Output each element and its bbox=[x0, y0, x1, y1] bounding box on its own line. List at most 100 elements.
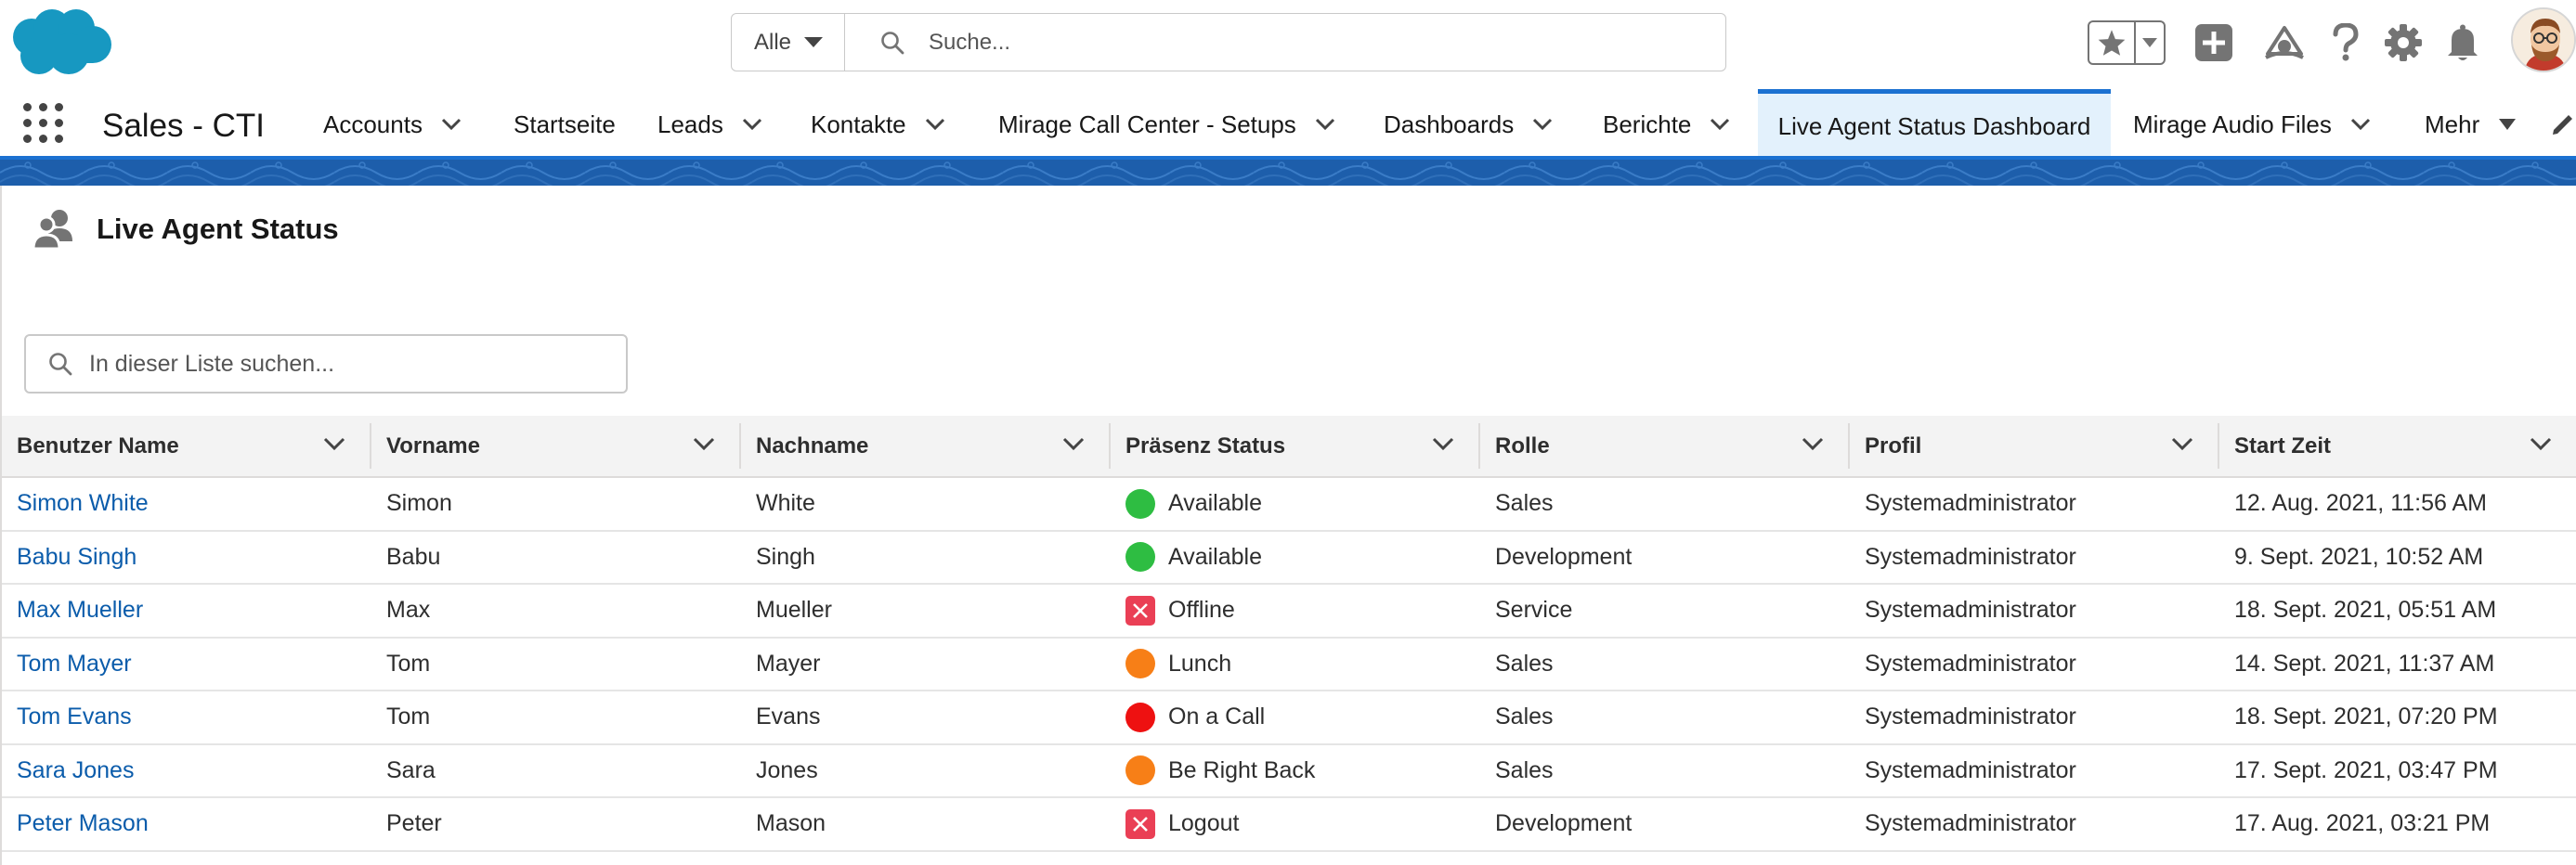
cell-text: Evans bbox=[756, 704, 821, 730]
chevron-down-icon[interactable] bbox=[1802, 436, 1824, 451]
column-praesenz-status-header[interactable]: Präsenz Status bbox=[1111, 416, 1480, 478]
column-benutzer-name-header[interactable]: Benutzer Name bbox=[2, 416, 371, 478]
tab-mehr[interactable]: Mehr bbox=[2425, 89, 2517, 160]
chevron-down-icon[interactable] bbox=[925, 118, 945, 131]
search-field[interactable] bbox=[845, 14, 1725, 71]
tab-label: Mirage Call Center - Setups bbox=[998, 110, 1296, 138]
user-name-link[interactable]: Sara Jones bbox=[17, 757, 134, 783]
table-cell-role: Sales bbox=[1480, 637, 1850, 691]
column-header-label: Nachname bbox=[756, 432, 869, 458]
cell-text: 12. Aug. 2021, 11:56 AM bbox=[2234, 490, 2487, 517]
table-cell-last: White bbox=[741, 477, 1111, 532]
page-title: Live Agent Status bbox=[97, 213, 339, 245]
trailhead-button[interactable] bbox=[2264, 22, 2305, 63]
cell-text: Service bbox=[1495, 597, 1573, 624]
table-cell-first: Tom bbox=[371, 691, 741, 745]
table-cell-start: 17. Aug. 2021, 03:21 PM bbox=[2219, 797, 2576, 852]
chevron-down-icon[interactable] bbox=[2530, 436, 2552, 451]
global-search-input[interactable] bbox=[929, 29, 1672, 56]
list-search-field[interactable] bbox=[24, 334, 628, 394]
table-cell-start: 17. Sept. 2021, 03:47 PM bbox=[2219, 743, 2576, 798]
help-button[interactable] bbox=[2325, 22, 2366, 63]
table-cell-first: Tom bbox=[371, 637, 741, 691]
cell-text: Development bbox=[1495, 810, 1633, 837]
column-header-label: Vorname bbox=[386, 432, 480, 458]
chevron-down-icon[interactable] bbox=[2171, 436, 2193, 451]
cell-text: Tom bbox=[386, 704, 431, 730]
chevron-down-icon[interactable] bbox=[441, 118, 462, 131]
band-pattern-icon bbox=[0, 160, 2576, 186]
column-start-zeit-header[interactable]: Start Zeit bbox=[2219, 416, 2576, 478]
list-search-input[interactable] bbox=[89, 350, 609, 378]
tab-kontakte[interactable]: Kontakte bbox=[811, 89, 945, 160]
tab-mirage-call-center-setups[interactable]: Mirage Call Center - Setups bbox=[998, 89, 1335, 160]
user-name-link[interactable]: Tom Evans bbox=[17, 704, 132, 729]
table-cell-profile: Systemadministrator bbox=[1850, 584, 2219, 639]
user-name-link[interactable]: Tom Mayer bbox=[17, 651, 132, 677]
cell-text: Systemadministrator bbox=[1865, 756, 2076, 783]
notifications-button[interactable] bbox=[2442, 22, 2483, 63]
tab-live-agent-status-dashboard[interactable]: Live Agent Status Dashboard bbox=[1758, 89, 2111, 160]
tab-leads[interactable]: Leads bbox=[657, 89, 762, 160]
cell-text: Sales bbox=[1495, 704, 1554, 730]
column-header-label: Präsenz Status bbox=[1125, 432, 1286, 458]
user-name-link[interactable]: Babu Singh bbox=[17, 544, 137, 570]
cell-text: Sales bbox=[1495, 490, 1554, 517]
column-nachname-header[interactable]: Nachname bbox=[741, 416, 1111, 478]
tab-mirage-audio-files[interactable]: Mirage Audio Files bbox=[2133, 89, 2371, 160]
tab-label: Startseite bbox=[514, 110, 616, 138]
user-name-link[interactable]: Peter Mason bbox=[17, 810, 149, 836]
table-cell-status: Offline bbox=[1111, 584, 1480, 639]
setup-button[interactable] bbox=[2383, 22, 2424, 63]
presence-status: Available bbox=[1125, 542, 1465, 573]
user-name-link[interactable]: Simon White bbox=[17, 490, 149, 516]
presence-status: Lunch bbox=[1125, 649, 1465, 679]
cell-text: Sales bbox=[1495, 756, 1554, 783]
trailhead-icon bbox=[2265, 26, 2304, 59]
table-cell-role: Development bbox=[1480, 530, 1850, 585]
chevron-down-icon[interactable] bbox=[742, 118, 762, 131]
table-row: Max Mueller Max Mueller Offline Service Syste… bbox=[2, 584, 2576, 639]
chevron-down-icon[interactable] bbox=[323, 436, 345, 451]
chevron-down-icon[interactable] bbox=[1432, 436, 1454, 451]
user-avatar[interactable] bbox=[2511, 7, 2576, 72]
caret-down-icon bbox=[804, 37, 824, 47]
add-icon bbox=[2195, 24, 2232, 61]
cell-text: Mueller bbox=[756, 597, 832, 624]
cell-text: Sales bbox=[1495, 650, 1554, 677]
favorites-menu-button[interactable] bbox=[2136, 22, 2164, 63]
chevron-down-icon[interactable] bbox=[1062, 436, 1085, 451]
favorites-button[interactable] bbox=[2089, 22, 2136, 63]
column-rolle-header[interactable]: Rolle bbox=[1480, 416, 1850, 478]
chevron-down-icon[interactable] bbox=[693, 436, 715, 451]
table-row: Babu Singh Babu Singh Available Development S… bbox=[2, 530, 2576, 585]
cell-text: Max bbox=[386, 597, 431, 624]
search-scope-label: Alle bbox=[754, 29, 792, 55]
table-cell-first: Simon bbox=[371, 477, 741, 532]
cell-text: Singh bbox=[756, 543, 815, 570]
chevron-down-icon[interactable] bbox=[1532, 118, 1553, 131]
tab-dashboards[interactable]: Dashboards bbox=[1384, 89, 1553, 160]
cell-text: Sara bbox=[386, 756, 436, 783]
column-vorname-header[interactable]: Vorname bbox=[371, 416, 741, 478]
app-launcher-icon[interactable] bbox=[20, 100, 65, 145]
salesforce-logo[interactable] bbox=[6, 6, 113, 80]
chevron-down-icon[interactable] bbox=[1710, 118, 1730, 131]
presence-status: On a Call bbox=[1125, 702, 1465, 732]
tab-berichte[interactable]: Berichte bbox=[1603, 89, 1730, 160]
tab-startseite[interactable]: Startseite bbox=[514, 89, 616, 160]
presence-status-label: Offline bbox=[1168, 597, 1235, 624]
table-cell-role: Service bbox=[1480, 584, 1850, 639]
search-scope-dropdown[interactable]: Alle bbox=[732, 14, 845, 71]
pencil-icon bbox=[2553, 115, 2572, 135]
chevron-down-icon[interactable] bbox=[2350, 118, 2371, 131]
edit-nav-button[interactable] bbox=[2550, 89, 2576, 160]
global-actions-button[interactable] bbox=[2193, 22, 2234, 63]
presence-status: Be Right Back bbox=[1125, 755, 1465, 786]
chevron-down-icon[interactable] bbox=[1315, 118, 1335, 131]
tab-accounts[interactable]: Accounts bbox=[323, 89, 462, 160]
user-name-link[interactable]: Max Mueller bbox=[17, 597, 143, 623]
cell-text: Tom bbox=[386, 650, 431, 677]
cell-text: 9. Sept. 2021, 10:52 AM bbox=[2234, 543, 2484, 570]
column-profil-header[interactable]: Profil bbox=[1850, 416, 2219, 478]
